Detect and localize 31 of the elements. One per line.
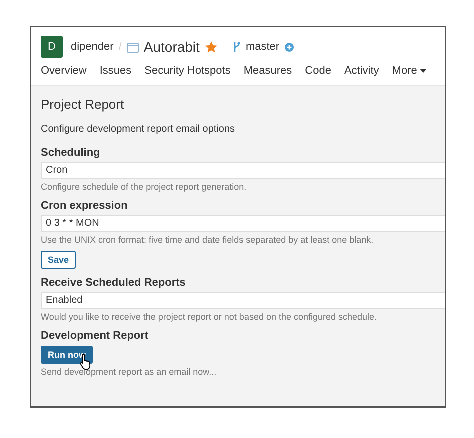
nav-tab[interactable]: Activity (344, 61, 380, 83)
project-name: Autorabit (144, 39, 200, 55)
nav-tab[interactable]: More (392, 61, 428, 83)
nav-tab[interactable]: Issues (100, 61, 132, 83)
breadcrumb-separator: / (118, 41, 122, 53)
page-description: Configure development report email options (41, 124, 236, 135)
star-icon[interactable] (204, 40, 218, 54)
avatar: D (41, 36, 63, 58)
nav-tab[interactable]: Measures (244, 61, 292, 83)
owner-link[interactable]: dipender (71, 41, 114, 53)
help-text: Configure schedule of the project report generation. (41, 182, 248, 192)
branch-icon (232, 41, 241, 53)
help-text: Would you like to receive the project report or not based on the configured schedule. (41, 312, 378, 322)
nav-tab[interactable]: Overview (41, 61, 87, 83)
folder-icon (126, 42, 139, 52)
input-field[interactable]: Cron (41, 162, 445, 179)
input-field[interactable]: Enabled (41, 292, 445, 309)
plus-icon[interactable] (284, 42, 294, 52)
help-text: Send development report as an email now... (41, 367, 218, 377)
caret-icon (420, 69, 428, 73)
save-button[interactable]: Save (41, 251, 76, 269)
field-label: Cron expression (41, 200, 129, 212)
branch-name: master (246, 41, 280, 53)
nav-tab[interactable]: Code (305, 61, 332, 83)
field-label: Development Report (41, 330, 150, 342)
field-label: Scheduling (41, 147, 102, 159)
page-title: Project Report (41, 97, 126, 112)
help-text: Use the UNIX cron format: five time and date fields separated by at least one blank. (41, 235, 375, 245)
input-field[interactable]: 0 3 * * MON (41, 215, 445, 232)
field-label: Receive Scheduled Reports (41, 277, 187, 289)
nav-tab[interactable]: Security Hotspots (144, 61, 231, 83)
